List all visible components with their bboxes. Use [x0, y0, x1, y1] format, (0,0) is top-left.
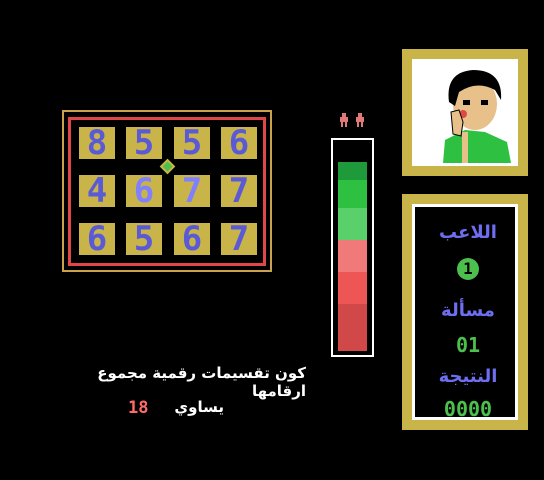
tile-r1-c1[interactable]: 6: [126, 174, 162, 208]
portrait-box: [412, 59, 518, 166]
life-icon: [354, 113, 366, 127]
target-sum: 18: [128, 398, 149, 418]
timer-segment: [338, 304, 367, 351]
equals-text: يساوي: [174, 398, 224, 416]
tile-r1-c0[interactable]: 4: [79, 174, 115, 208]
timer-segment: [338, 240, 367, 272]
player-label: اللاعب: [439, 222, 497, 243]
timer-segment: [338, 272, 367, 304]
timer-segment: [338, 144, 367, 162]
timer-segment: [338, 208, 367, 240]
tile-r0-c0[interactable]: 8: [79, 126, 115, 160]
tile-r0-c1[interactable]: 5: [126, 126, 162, 160]
tile-r1-c2[interactable]: 7: [174, 174, 210, 208]
tile-r2-c3[interactable]: 7: [221, 222, 257, 256]
tile-r2-c0[interactable]: 6: [79, 222, 115, 256]
question-text: كون تقسيمات رقمية مجموع ارقامها: [97, 364, 306, 400]
tile-r2-c1[interactable]: 5: [126, 222, 162, 256]
timer-bar: [331, 138, 374, 357]
question-label: مسألة: [441, 300, 495, 321]
life-icon: [338, 113, 350, 127]
player-avatar: [415, 62, 515, 163]
player-value: 1: [418, 258, 518, 280]
timer-segment: [338, 180, 367, 208]
tile-r2-c2[interactable]: 6: [174, 222, 210, 256]
score-label: النتيجة: [438, 366, 498, 387]
tile-r0-c2[interactable]: 5: [174, 126, 210, 160]
question-number: 01: [455, 333, 481, 357]
timer-segment: [338, 162, 367, 180]
score-value: 0000: [443, 397, 493, 421]
tile-r1-c3[interactable]: 7: [221, 174, 257, 208]
tile-r0-c3[interactable]: 6: [221, 126, 257, 160]
